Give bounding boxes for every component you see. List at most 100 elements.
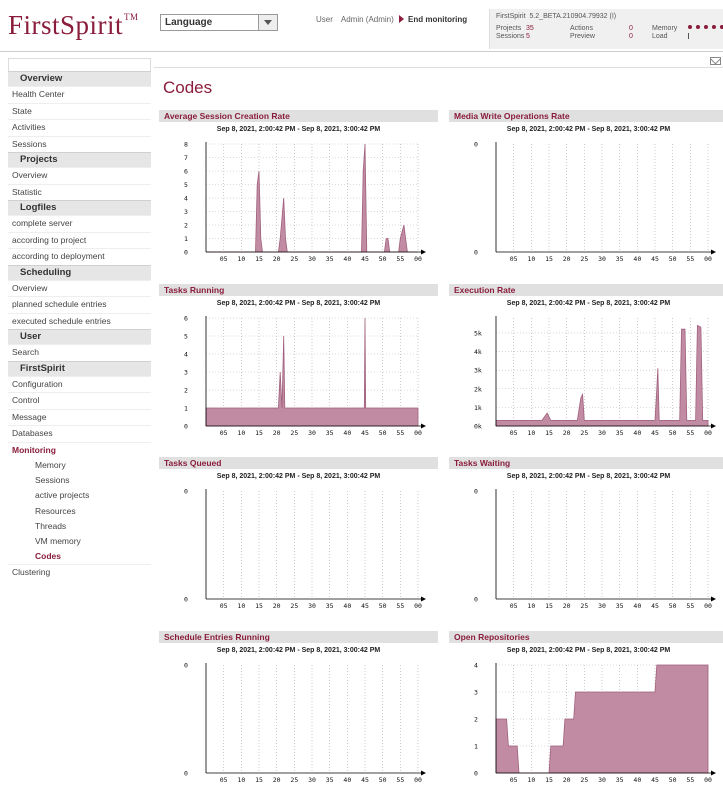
sidebar-item-search[interactable]: Search <box>8 344 151 361</box>
sidebar-section-user[interactable]: User <box>8 329 151 344</box>
sidebar-section-logfiles[interactable]: Logfiles <box>8 200 151 215</box>
memory-meter <box>688 25 723 33</box>
x-tick-label: 10 <box>527 602 535 610</box>
y-tick-label: 6 <box>184 168 188 176</box>
x-tick-label: 30 <box>598 255 606 263</box>
firstspirit-logo[interactable]: FirstSpiritTM <box>8 10 138 41</box>
x-tick-label: 55 <box>396 255 404 263</box>
sidebar-subitem-resources[interactable]: Resources <box>8 504 151 519</box>
chart-panel-media-write-operations-rate: Media Write Operations Rate Sep 8, 2021, … <box>449 110 723 276</box>
sidebar-subitem-threads[interactable]: Threads <box>8 519 151 534</box>
x-tick-label: 55 <box>396 429 404 437</box>
x-tick-label: 40 <box>633 776 641 784</box>
sidebar-item-overview[interactable]: Overview <box>8 279 151 297</box>
x-tick-label: 10 <box>237 255 245 263</box>
user-info: User Admin (Admin) <box>316 15 394 24</box>
chart-title: Media Write Operations Rate <box>449 110 723 122</box>
x-tick-label: 00 <box>704 429 712 437</box>
sidebar-item-activities[interactable]: Activities <box>8 119 151 136</box>
x-tick-label: 35 <box>616 255 624 263</box>
sidebar-section-firstspirit[interactable]: FirstSpirit <box>8 360 151 376</box>
end-monitoring-link[interactable]: End monitoring <box>399 15 467 24</box>
y-tick-label: 0 <box>474 488 478 496</box>
x-axis-arrow-icon <box>421 770 426 776</box>
mail-icon[interactable] <box>710 57 721 65</box>
y-tick-label: 0 <box>184 662 188 670</box>
sidebar-item-databases[interactable]: Databases <box>8 425 151 442</box>
sidebar-item-statistic[interactable]: Statistic <box>8 183 151 201</box>
x-tick-label: 30 <box>308 602 316 610</box>
sidebar-item-configuration[interactable]: Configuration <box>8 375 151 393</box>
y-tick-label: 7 <box>184 154 188 162</box>
sidebar-section-scheduling[interactable]: Scheduling <box>8 264 151 280</box>
y-tick-label: 0 <box>184 249 188 257</box>
x-tick-label: 20 <box>273 776 281 784</box>
y-tick-label: 5k <box>474 329 482 337</box>
y-tick-label: 4 <box>474 662 478 670</box>
x-tick-label: 05 <box>220 776 228 784</box>
x-tick-label: 25 <box>580 429 588 437</box>
chart-time-range: Sep 8, 2021, 2:00:42 PM - Sep 8, 2021, 3… <box>216 647 381 654</box>
chart-panel-tasks-queued: Tasks Queued Sep 8, 2021, 2:00:42 PM - Se… <box>159 457 438 623</box>
x-tick-label: 20 <box>273 429 281 437</box>
x-tick-label: 30 <box>598 776 606 784</box>
chart-plot: 05 10 15 20 25 30 35 40 45 50 55 00012345678 <box>184 141 426 263</box>
x-tick-label: 10 <box>527 255 535 263</box>
x-axis-arrow-icon <box>711 596 716 602</box>
user-label: User <box>316 15 333 24</box>
sidebar-item-overview[interactable]: Overview <box>8 167 151 184</box>
sidebar-item-complete-server[interactable]: complete server <box>8 215 151 232</box>
sidebar-section-projects[interactable]: Projects <box>8 152 151 167</box>
sidebar-item-message[interactable]: Message <box>8 408 151 426</box>
x-tick-label: 35 <box>326 602 334 610</box>
x-tick-label: 05 <box>220 255 228 263</box>
chart-panel-tasks-waiting: Tasks Waiting Sep 8, 2021, 2:00:42 PM - S… <box>449 457 723 623</box>
sidebar-item-sessions[interactable]: Sessions <box>8 135 151 153</box>
y-tick-label: 1k <box>474 404 482 412</box>
end-monitoring-label: End monitoring <box>408 15 468 24</box>
memory-label: Memory <box>652 25 678 32</box>
sidebar-item-control[interactable]: Control <box>8 392 151 409</box>
x-tick-label: 45 <box>651 776 659 784</box>
x-tick-label: 30 <box>598 429 606 437</box>
x-tick-label: 20 <box>563 255 571 263</box>
chart-plot: 05 10 15 20 25 30 35 40 45 50 55 0001234 <box>474 662 716 784</box>
x-tick-label: 15 <box>255 429 263 437</box>
sidebar-section-overview[interactable]: Overview <box>8 71 151 86</box>
sidebar-item-according-to-deployment[interactable]: according to deployment <box>8 248 151 265</box>
y-tick-label: 0k <box>474 423 482 431</box>
y-tick-label: 5 <box>184 181 188 189</box>
x-tick-label: 40 <box>633 255 641 263</box>
x-tick-label: 50 <box>669 776 677 784</box>
sidebar-item-clustering[interactable]: Clustering <box>8 564 151 581</box>
sidebar-subitem-codes[interactable]: Codes <box>8 549 151 564</box>
sidebar-item-state[interactable]: State <box>8 102 151 120</box>
sidebar-item-according-to-project[interactable]: according to project <box>8 231 151 249</box>
x-tick-label: 45 <box>361 602 369 610</box>
sidebar-item-planned-schedule-entries[interactable]: planned schedule entries <box>8 296 151 313</box>
chart-title: Tasks Waiting <box>449 457 723 469</box>
sidebar-subitem-memory[interactable]: Memory <box>8 458 151 473</box>
sidebar-subitem-vm-memory[interactable]: VM memory <box>8 534 151 549</box>
page-title: Codes <box>163 78 213 97</box>
x-tick-label: 55 <box>686 602 694 610</box>
x-tick-label: 25 <box>580 776 588 784</box>
x-axis-arrow-icon <box>711 770 716 776</box>
sidebar: Overview Health Center State Activities Sess… <box>8 58 151 581</box>
chart-time-range: Sep 8, 2021, 2:00:42 PM - Sep 8, 2021, 3… <box>506 126 671 133</box>
language-select[interactable]: Language <box>160 14 278 31</box>
sidebar-subitem-sessions[interactable]: Sessions <box>8 473 151 488</box>
x-tick-label: 40 <box>343 255 351 263</box>
sidebar-subitem-active-projects[interactable]: active projects <box>8 488 151 503</box>
sidebar-item-health-center[interactable]: Health Center <box>8 86 151 103</box>
x-tick-label: 00 <box>414 776 422 784</box>
y-tick-label: 0 <box>184 770 188 778</box>
x-tick-label: 30 <box>308 429 316 437</box>
sidebar-item-executed-schedule-entries[interactable]: executed schedule entries <box>8 312 151 330</box>
x-tick-label: 15 <box>255 776 263 784</box>
chart-time-range: Sep 8, 2021, 2:00:42 PM - Sep 8, 2021, 3… <box>216 473 381 480</box>
chevron-down-icon[interactable] <box>258 15 277 30</box>
x-tick-label: 05 <box>510 255 518 263</box>
x-tick-label: 00 <box>414 255 422 263</box>
sidebar-item-monitoring[interactable]: Monitoring <box>8 441 151 459</box>
